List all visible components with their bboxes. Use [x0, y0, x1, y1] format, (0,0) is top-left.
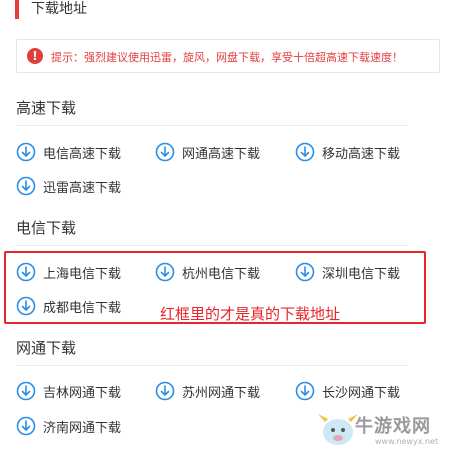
download-link-jinan-netcom[interactable]: 济南网通下载 — [16, 416, 121, 436]
download-arrow-icon — [16, 176, 36, 196]
download-arrow-icon — [16, 416, 36, 436]
download-link-label: 济南网通下载 — [43, 420, 122, 436]
download-link-thunder-fast[interactable]: 迅雷高速下载 — [16, 176, 121, 196]
download-link-label: 迅雷高速下载 — [43, 180, 122, 196]
download-arrow-icon — [16, 296, 36, 316]
header-accent-bar — [15, 0, 19, 19]
download-link-chengdu-telecom[interactable]: 成都电信下载 — [16, 296, 121, 316]
download-arrow-icon — [16, 262, 36, 282]
watermark-url: www.newyx.net — [375, 437, 439, 446]
download-link-label: 苏州网通下载 — [182, 385, 261, 401]
download-arrow-icon — [295, 381, 315, 401]
download-link-shanghai-telecom[interactable]: 上海电信下载 — [16, 262, 121, 282]
section-title-fast: 高速下载 — [16, 99, 77, 117]
section-title-netcom: 网通下载 — [16, 339, 77, 357]
tip-label: 提示： — [51, 51, 84, 64]
download-arrow-icon — [295, 262, 315, 282]
download-link-label: 成都电信下载 — [43, 300, 122, 316]
download-arrow-icon — [155, 142, 175, 162]
download-link-jilin-netcom[interactable]: 吉林网通下载 — [16, 381, 121, 401]
download-link-changsha-netcom[interactable]: 长沙网通下载 — [295, 381, 400, 401]
divider — [16, 245, 408, 246]
download-arrow-icon — [155, 262, 175, 282]
download-arrow-icon — [16, 142, 36, 162]
download-link-label: 长沙网通下载 — [322, 385, 401, 401]
download-arrow-icon — [155, 381, 175, 401]
watermark-text: 牛游戏网 — [355, 416, 431, 437]
download-link-label: 移动高速下载 — [322, 146, 401, 162]
download-link-label: 深圳电信下载 — [322, 266, 401, 282]
tip-message: 强烈建议使用迅雷，旋风，网盘下载，享受十倍超高速下载速度！ — [84, 51, 403, 64]
download-link-telecom-fast[interactable]: 电信高速下载 — [16, 142, 121, 162]
download-arrow-icon — [16, 381, 36, 401]
download-link-label: 上海电信下载 — [43, 266, 122, 282]
download-link-label: 吉林网通下载 — [43, 385, 122, 401]
tip-text: 提示：强烈建议使用迅雷，旋风，网盘下载，享受十倍超高速下载速度！ — [51, 49, 403, 65]
download-link-shenzhen-telecom[interactable]: 深圳电信下载 — [295, 262, 400, 282]
download-arrow-icon — [295, 142, 315, 162]
download-link-netcom-fast[interactable]: 网通高速下载 — [155, 142, 260, 162]
download-link-hangzhou-telecom[interactable]: 杭州电信下载 — [155, 262, 260, 282]
exclamation-icon: ! — [27, 48, 43, 64]
section-title-telecom: 电信下载 — [16, 219, 77, 237]
download-link-label: 杭州电信下载 — [182, 266, 261, 282]
divider — [16, 365, 408, 366]
annotation-text: 红框里的才是真的下载地址 — [160, 305, 341, 323]
download-link-label: 电信高速下载 — [43, 146, 122, 162]
page-title: 下载地址 — [31, 1, 87, 17]
download-link-mobile-fast[interactable]: 移动高速下载 — [295, 142, 400, 162]
divider — [16, 125, 408, 126]
download-link-suzhou-netcom[interactable]: 苏州网通下载 — [155, 381, 260, 401]
download-link-label: 网通高速下载 — [182, 146, 261, 162]
tip-box: ! 提示：强烈建议使用迅雷，旋风，网盘下载，享受十倍超高速下载速度！ — [16, 39, 440, 73]
